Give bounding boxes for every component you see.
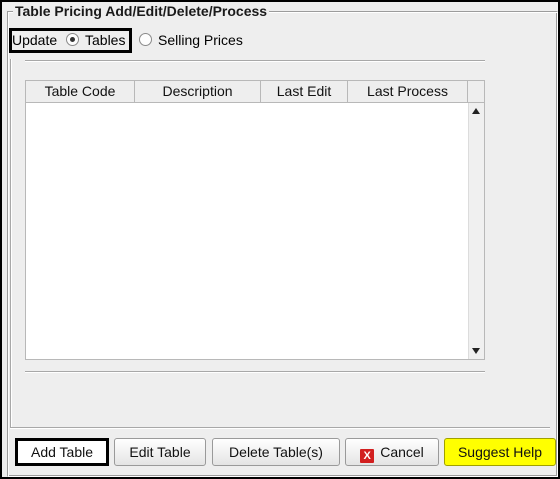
scroll-up-icon[interactable] [472, 108, 480, 114]
column-header-last-process[interactable]: Last Process [348, 81, 468, 102]
radio-tables-label[interactable]: Tables [85, 30, 125, 50]
button-separator [10, 427, 550, 429]
cancel-label: Cancel [380, 444, 424, 460]
left-divider [10, 59, 12, 428]
scroll-corner [468, 81, 484, 103]
vertical-scrollbar[interactable] [468, 103, 484, 359]
pricing-table[interactable]: Table Code Description Last Edit Last Pr… [25, 80, 485, 360]
cancel-icon: X [360, 449, 375, 463]
group-title: Table Pricing Add/Edit/Delete/Process [13, 3, 270, 19]
add-table-button[interactable]: Add Table [15, 438, 109, 466]
table-pricing-window: Table Pricing Add/Edit/Delete/Process Up… [2, 2, 558, 477]
delete-tables-button[interactable]: Delete Table(s) [212, 438, 340, 466]
table-header: Table Code Description Last Edit Last Pr… [26, 81, 468, 103]
column-header-last-edit[interactable]: Last Edit [261, 81, 348, 102]
scroll-down-icon[interactable] [472, 348, 480, 354]
column-header-description[interactable]: Description [135, 81, 261, 102]
radio-selling-prices-label[interactable]: Selling Prices [158, 30, 243, 50]
cancel-button[interactable]: X Cancel [345, 438, 439, 466]
radio-selling-prices[interactable] [139, 33, 152, 46]
column-header-table-code[interactable]: Table Code [26, 81, 135, 102]
top-separator [25, 60, 485, 62]
update-label: Update [12, 32, 58, 48]
suggest-help-button[interactable]: Suggest Help [444, 438, 556, 466]
edit-table-button[interactable]: Edit Table [114, 438, 206, 466]
bottom-separator [25, 371, 485, 373]
radio-tables[interactable] [66, 33, 79, 46]
